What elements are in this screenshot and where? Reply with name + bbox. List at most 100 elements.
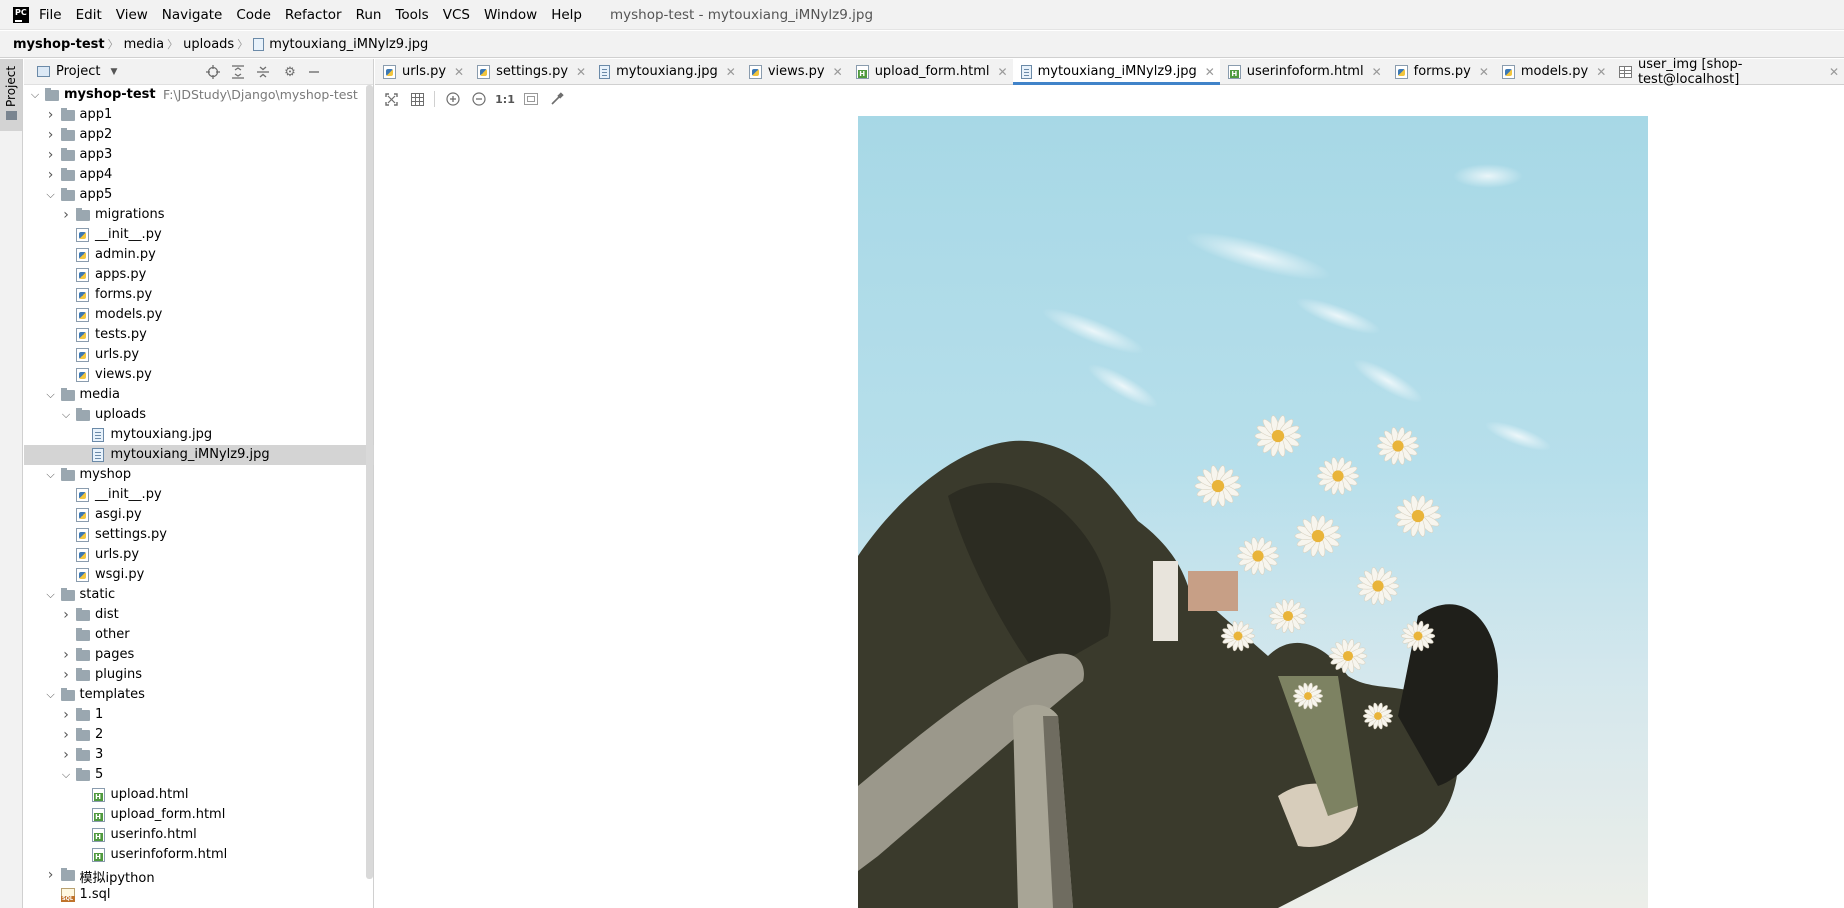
tree-item-mytouxiang-jpg[interactable]: mytouxiang.jpg	[24, 425, 374, 445]
close-icon[interactable]: ✕	[833, 65, 843, 79]
menu-window[interactable]: Window	[484, 7, 537, 23]
actual-size-button[interactable]: 1:1	[495, 91, 515, 107]
tree-item-pages[interactable]: › pages	[24, 645, 374, 665]
menu-view[interactable]: View	[116, 7, 148, 23]
tree-item-media[interactable]: ⌵ media	[24, 385, 374, 405]
tree-item-myshop-test[interactable]: ⌵ myshop-test F:\JDStudy\Django\myshop-tes…	[24, 85, 374, 105]
tree-item-app2[interactable]: › app2	[24, 125, 374, 145]
tree-item-userinfo-html[interactable]: userinfo.html	[24, 825, 374, 845]
tree-item-init-py[interactable]: __init__.py	[24, 485, 374, 505]
chevron-right-icon[interactable]: ›	[61, 208, 71, 222]
chevron-right-icon[interactable]: ›	[61, 668, 71, 682]
tab-mytouxiang-jpg[interactable]: mytouxiang.jpg ✕	[591, 59, 741, 84]
expand-all-icon[interactable]	[230, 64, 246, 80]
tree-item-2[interactable]: › 2	[24, 725, 374, 745]
tab-mytouxiang-imnylz9-jpg[interactable]: mytouxiang_iMNylz9.jpg ✕	[1012, 59, 1220, 85]
tree-item-wsgi-py[interactable]: wsgi.py	[24, 565, 374, 585]
chevron-right-icon[interactable]: ›	[46, 108, 56, 122]
tree-item-tests-py[interactable]: tests.py	[24, 325, 374, 345]
tree-item-ipython[interactable]: › 模拟ipython	[24, 865, 374, 886]
grid-icon[interactable]	[409, 91, 425, 107]
tree-item-3[interactable]: › 3	[24, 745, 374, 765]
tree-item-asgi-py[interactable]: asgi.py	[24, 505, 374, 525]
tree-item-forms-py[interactable]: forms.py	[24, 285, 374, 305]
chevron-down-icon[interactable]: ⌵	[46, 389, 56, 400]
breadcrumb-item-media[interactable]: media	[124, 37, 165, 52]
tree-item-models-py[interactable]: models.py	[24, 305, 374, 325]
tree-item-static[interactable]: ⌵ static	[24, 585, 374, 605]
chevron-right-icon[interactable]: ›	[61, 608, 71, 622]
tree-item-5[interactable]: ⌵ 5	[24, 765, 374, 785]
chevron-right-icon[interactable]: ›	[61, 708, 71, 722]
chevron-right-icon[interactable]: ›	[61, 648, 71, 662]
tree-item-1-sql[interactable]: 1.sql	[24, 885, 374, 905]
tab-upload-form-html[interactable]: upload_form.html ✕	[848, 59, 1013, 84]
tab-models-py[interactable]: models.py ✕	[1494, 59, 1611, 84]
tree-item-app5[interactable]: ⌵ app5	[24, 185, 374, 205]
gear-icon[interactable]: ⚙	[282, 64, 298, 80]
project-tool-window-button[interactable]: Project	[0, 59, 22, 131]
breadcrumb-item-project[interactable]: myshop-test	[13, 37, 105, 52]
chevron-down-icon[interactable]: ⌵	[61, 409, 71, 420]
breadcrumb-item-uploads[interactable]: uploads	[183, 37, 234, 52]
tree-item-plugins[interactable]: › plugins	[24, 665, 374, 685]
tree-item-upload-form-html[interactable]: upload_form.html	[24, 805, 374, 825]
tree-item-userinfoform-html[interactable]: userinfoform.html	[24, 845, 374, 865]
tab-forms-py[interactable]: forms.py ✕	[1387, 59, 1494, 84]
chevron-right-icon[interactable]: ›	[61, 748, 71, 762]
tree-item-other[interactable]: other	[24, 625, 374, 645]
tab-settings-py[interactable]: settings.py ✕	[469, 59, 591, 84]
tree-item-apps-py[interactable]: apps.py	[24, 265, 374, 285]
zoom-in-icon[interactable]	[445, 91, 461, 107]
close-icon[interactable]: ✕	[1829, 65, 1839, 79]
tab-user-img-shop-test-localhost[interactable]: user_img [shop-test@localhost] ✕	[1611, 57, 1844, 87]
close-icon[interactable]: ✕	[1205, 65, 1215, 79]
tree-item-templates[interactable]: ⌵ templates	[24, 685, 374, 705]
tree-item-init-py[interactable]: __init__.py	[24, 225, 374, 245]
chevron-down-icon[interactable]: ⌵	[61, 769, 71, 780]
tree-item-migrations[interactable]: › migrations	[24, 205, 374, 225]
close-icon[interactable]: ✕	[1596, 65, 1606, 79]
color-picker-icon[interactable]	[549, 91, 565, 107]
collapse-all-icon[interactable]	[255, 64, 271, 80]
chevron-down-icon[interactable]: ▼	[110, 67, 117, 77]
menu-file[interactable]: File	[39, 7, 62, 23]
project-view-selector[interactable]: Project	[56, 64, 100, 79]
tree-item-app4[interactable]: › app4	[24, 165, 374, 185]
tree-item-urls-py[interactable]: urls.py	[24, 545, 374, 565]
chevron-down-icon[interactable]: ⌵	[46, 589, 56, 600]
close-icon[interactable]: ✕	[576, 65, 586, 79]
tree-item-myshop[interactable]: ⌵ myshop	[24, 465, 374, 485]
chevron-right-icon[interactable]: ›	[46, 128, 56, 142]
tree-item-settings-py[interactable]: settings.py	[24, 525, 374, 545]
close-icon[interactable]: ✕	[1372, 65, 1382, 79]
hide-panel-icon[interactable]	[306, 64, 322, 80]
close-icon[interactable]: ✕	[726, 65, 736, 79]
tree-item-app3[interactable]: › app3	[24, 145, 374, 165]
tab-userinfoform-html[interactable]: userinfoform.html ✕	[1220, 59, 1387, 84]
tree-item-uploads[interactable]: ⌵ uploads	[24, 405, 374, 425]
fit-zoom-icon[interactable]	[383, 91, 399, 107]
chevron-down-icon[interactable]: ⌵	[30, 89, 40, 100]
tree-item-1[interactable]: › 1	[24, 705, 374, 725]
tree-item-admin-py[interactable]: admin.py	[24, 245, 374, 265]
fit-window-icon[interactable]	[523, 91, 539, 107]
chevron-down-icon[interactable]: ⌵	[46, 469, 56, 480]
menu-code[interactable]: Code	[236, 7, 271, 23]
menu-run[interactable]: Run	[356, 7, 382, 23]
chevron-right-icon[interactable]: ›	[46, 148, 56, 162]
close-icon[interactable]: ✕	[454, 65, 464, 79]
chevron-right-icon[interactable]: ›	[46, 168, 56, 182]
tree-item-urls-py[interactable]: urls.py	[24, 345, 374, 365]
menu-refactor[interactable]: Refactor	[285, 7, 342, 23]
tree-item-views-py[interactable]: views.py	[24, 365, 374, 385]
chevron-right-icon[interactable]: ›	[61, 728, 71, 742]
tree-scrollbar[interactable]	[366, 85, 373, 879]
close-icon[interactable]: ✕	[998, 65, 1008, 79]
tree-item-upload-html[interactable]: upload.html	[24, 785, 374, 805]
locate-file-icon[interactable]	[205, 64, 221, 80]
tree-item-mytouxiang-imnylz9-jpg[interactable]: mytouxiang_iMNylz9.jpg	[24, 445, 374, 465]
tree-item-dist[interactable]: › dist	[24, 605, 374, 625]
zoom-out-icon[interactable]	[471, 91, 487, 107]
menu-navigate[interactable]: Navigate	[162, 7, 223, 23]
